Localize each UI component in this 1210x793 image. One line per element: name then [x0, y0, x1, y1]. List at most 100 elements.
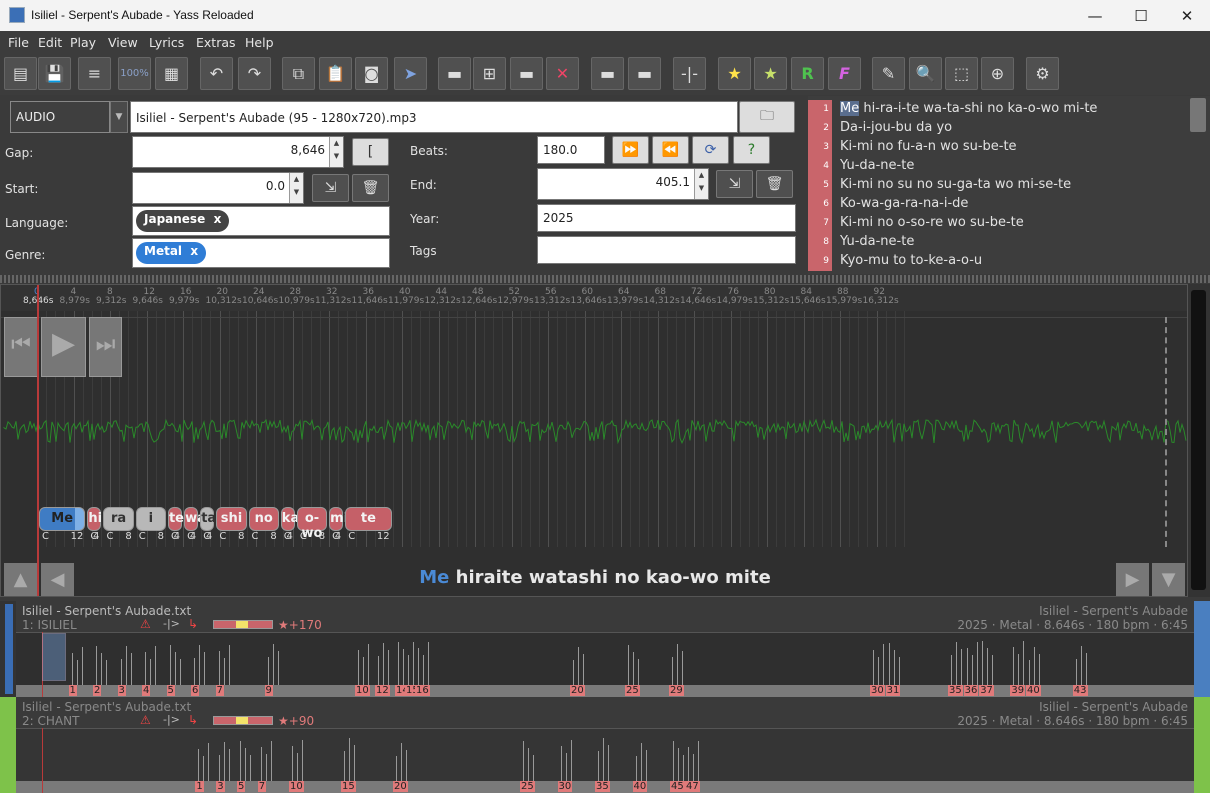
menu-extras[interactable]: Extras [196, 35, 236, 50]
track-notes-area[interactable] [16, 632, 1194, 687]
line-number[interactable]: 16 [415, 685, 430, 696]
audio-file-field[interactable]: Isiliel - Serpent's Aubade (95 - 1280x72… [130, 101, 738, 133]
snapshot-icon[interactable]: ◙ [355, 57, 388, 90]
lyric-line[interactable]: Yu-da-ne-te [840, 234, 914, 249]
line-number[interactable]: 40 [632, 781, 648, 792]
note[interactable]: te [345, 507, 392, 531]
track-viewport[interactable] [42, 633, 66, 681]
right-icon[interactable]: ▬ [628, 57, 661, 90]
pitch-icon[interactable]: -|> [163, 617, 180, 630]
zoom-100-icon[interactable]: 100% [118, 57, 151, 90]
line-number[interactable]: 31 [885, 685, 901, 696]
note[interactable]: te [167, 507, 184, 531]
note[interactable]: shi [216, 507, 247, 531]
scrollbar-thumb[interactable] [1191, 290, 1206, 590]
skip-back-icon[interactable]: ⏮ [4, 317, 38, 377]
note[interactable]: ka [280, 507, 299, 531]
line-number[interactable]: 1 [68, 685, 77, 696]
beats-field[interactable]: 180.0 [537, 136, 605, 164]
lyric-line[interactable]: Me hi-ra-i-te wa-ta-shi no ka-o-wo mi-te [840, 101, 1097, 116]
warning-icon[interactable]: ⚠ [140, 713, 151, 727]
refresh-icon[interactable]: ⟳ [692, 136, 729, 164]
line-number[interactable]: 20 [570, 685, 585, 696]
rewind-icon[interactable]: ⏪ [652, 136, 689, 164]
lyrics-scrollbar[interactable] [1190, 98, 1206, 132]
note-plus-icon[interactable]: ▬ [510, 57, 543, 90]
lyric-line[interactable]: Ko-wa-ga-ra-na-i-de [840, 196, 968, 211]
lyric-line[interactable]: Ki-mi no fu-a-n wo su-be-te [840, 139, 1017, 154]
line-number[interactable]: 29 [669, 685, 684, 696]
end-spinner[interactable]: 405.1 ▲ ▼ [537, 168, 709, 200]
splitter[interactable] [0, 275, 1210, 283]
close-button[interactable]: ✕ [1164, 0, 1210, 31]
menu-help[interactable]: Help [245, 35, 274, 50]
shift-icon[interactable]: ↳ [188, 617, 198, 631]
copy-icon[interactable]: ⧉ [282, 57, 315, 90]
shift-icon[interactable]: ↳ [188, 713, 198, 727]
sheet-scrollbar[interactable] [1188, 284, 1210, 597]
line-number[interactable]: 6 [191, 685, 200, 696]
align-icon[interactable]: ≡ [78, 57, 111, 90]
line-number[interactable]: 7 [215, 685, 224, 696]
note[interactable]: Me [39, 507, 86, 531]
lyric-line[interactable]: Da-i-jou-bu da yo [840, 120, 952, 135]
menu-edit[interactable]: Edit [38, 35, 62, 50]
pitch-icon[interactable]: -|> [163, 713, 180, 726]
set-start-button[interactable]: ⇲ [312, 174, 349, 202]
lyric-line[interactable]: Kyo-mu to to-ke-a-o-u [840, 253, 982, 268]
maximize-button[interactable]: ☐ [1118, 0, 1164, 31]
line-number[interactable]: 43 [1072, 685, 1088, 696]
menu-play[interactable]: Play [70, 35, 96, 50]
line-number[interactable]: 39 [1010, 685, 1026, 696]
next-line-icon[interactable]: ▶ [1116, 563, 1149, 596]
sheet-editor[interactable]: 08,646s48,979s89,312s129,646s169,979s201… [0, 284, 1188, 597]
paste-icon[interactable]: 📋 [319, 57, 352, 90]
chip-close-icon[interactable]: x [214, 212, 222, 226]
line-number[interactable]: 2 [93, 685, 102, 696]
set-end-button[interactable]: ⇲ [716, 170, 753, 198]
remove-icon[interactable]: ✕ [546, 57, 579, 90]
note[interactable]: hi [87, 507, 102, 531]
line-number[interactable]: 25 [625, 685, 640, 696]
line-number[interactable]: 37 [979, 685, 994, 696]
page-down-icon[interactable]: ▼ [1152, 563, 1185, 596]
fast-forward-icon[interactable]: ⏩ [612, 136, 649, 164]
folder-open-icon[interactable]: 🗀 [739, 101, 795, 133]
line-number[interactable]: 15 [341, 781, 356, 792]
golden-icon[interactable]: ★ [718, 57, 751, 90]
note[interactable]: o-wo [296, 507, 328, 541]
line-number[interactable]: 5 [237, 781, 246, 792]
line-number[interactable]: 35 [595, 781, 610, 792]
track-notes-area[interactable] [16, 728, 1194, 783]
chip-close-icon[interactable]: x [190, 244, 198, 258]
line-number[interactable]: 47 [685, 781, 700, 792]
note[interactable]: wa [184, 507, 206, 531]
lyric-line[interactable]: Yu-da-ne-te [840, 158, 914, 173]
line-number[interactable]: 4 [142, 685, 151, 696]
menu-file[interactable]: File [8, 35, 29, 50]
warning-icon[interactable]: ⚠ [140, 617, 151, 631]
spinner-arrows-icon[interactable]: ▲ ▼ [694, 169, 708, 199]
undo-icon[interactable]: ↶ [200, 57, 233, 90]
playhead[interactable] [37, 285, 39, 596]
language-field[interactable]: Japanese x [132, 206, 390, 236]
trash-icon[interactable]: 🗑 [756, 170, 793, 198]
note[interactable]: ta [200, 507, 216, 531]
line-number[interactable]: 30 [870, 685, 885, 696]
start-spinner[interactable]: 0.0 ▲ ▼ [132, 172, 304, 204]
line-number[interactable]: 25 [520, 781, 535, 792]
line-number[interactable]: 10 [289, 781, 304, 792]
line-number[interactable]: 35 [948, 685, 963, 696]
open-icon[interactable]: ▤ [4, 57, 37, 90]
track-handle[interactable] [0, 697, 16, 793]
edit-icon[interactable]: ✎ [872, 57, 905, 90]
crop-icon[interactable]: ⬚ [945, 57, 978, 90]
line-number[interactable]: 5 [166, 685, 175, 696]
tags-field[interactable] [537, 236, 796, 264]
line-number[interactable]: 12 [375, 685, 390, 696]
zoom-icon[interactable]: ⊕ [981, 57, 1014, 90]
rap-golden-icon[interactable]: ★ [754, 57, 787, 90]
skip-forward-icon[interactable]: ⏭ [89, 317, 122, 377]
lyric-line[interactable]: Ki-mi no o-so-re wo su-be-te [840, 215, 1024, 230]
save-icon[interactable]: 💾 [38, 57, 71, 90]
